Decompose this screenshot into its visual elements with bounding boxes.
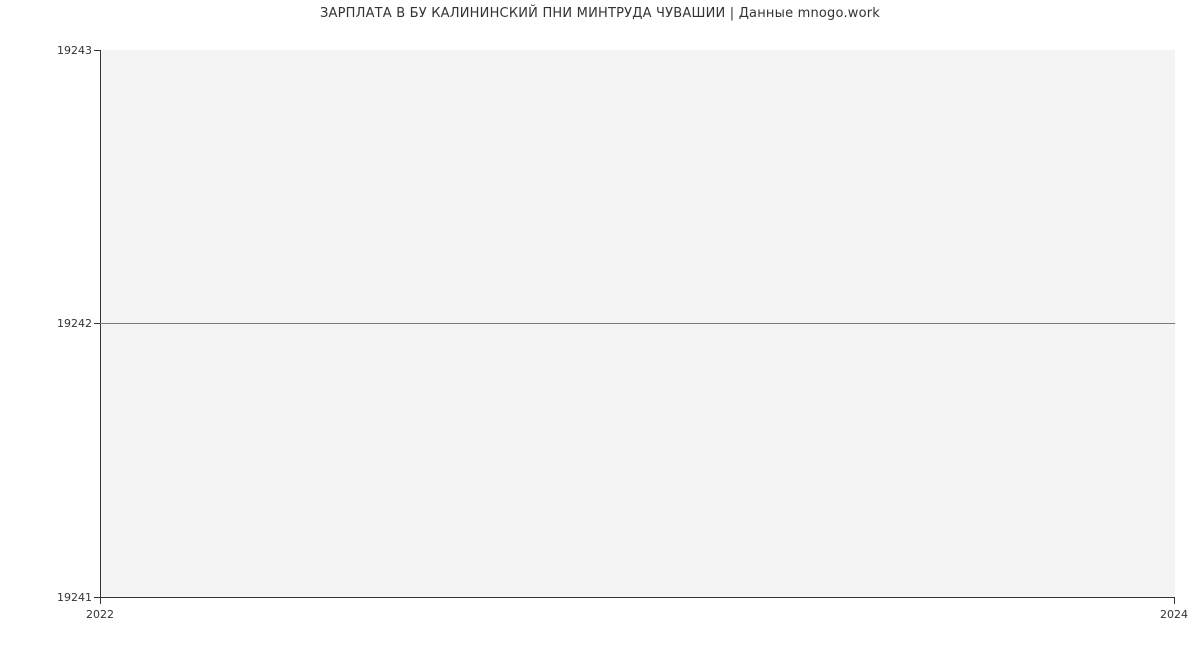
y-tick-label: 19243: [4, 44, 92, 57]
x-tick: [1174, 598, 1175, 604]
x-tick-label: 2024: [1144, 608, 1200, 621]
data-line-series-1: [100, 323, 1175, 324]
y-tick-label: 19242: [4, 317, 92, 330]
x-tick: [100, 598, 101, 604]
y-tick-label: 19241: [4, 591, 92, 604]
y-tick: [94, 50, 100, 51]
chart-container: ЗАРПЛАТА В БУ КАЛИНИНСКИЙ ПНИ МИНТРУДА Ч…: [0, 0, 1200, 650]
chart-title: ЗАРПЛАТА В БУ КАЛИНИНСКИЙ ПНИ МИНТРУДА Ч…: [0, 6, 1200, 21]
x-tick-label: 2022: [70, 608, 130, 621]
plot-area: [100, 50, 1175, 598]
